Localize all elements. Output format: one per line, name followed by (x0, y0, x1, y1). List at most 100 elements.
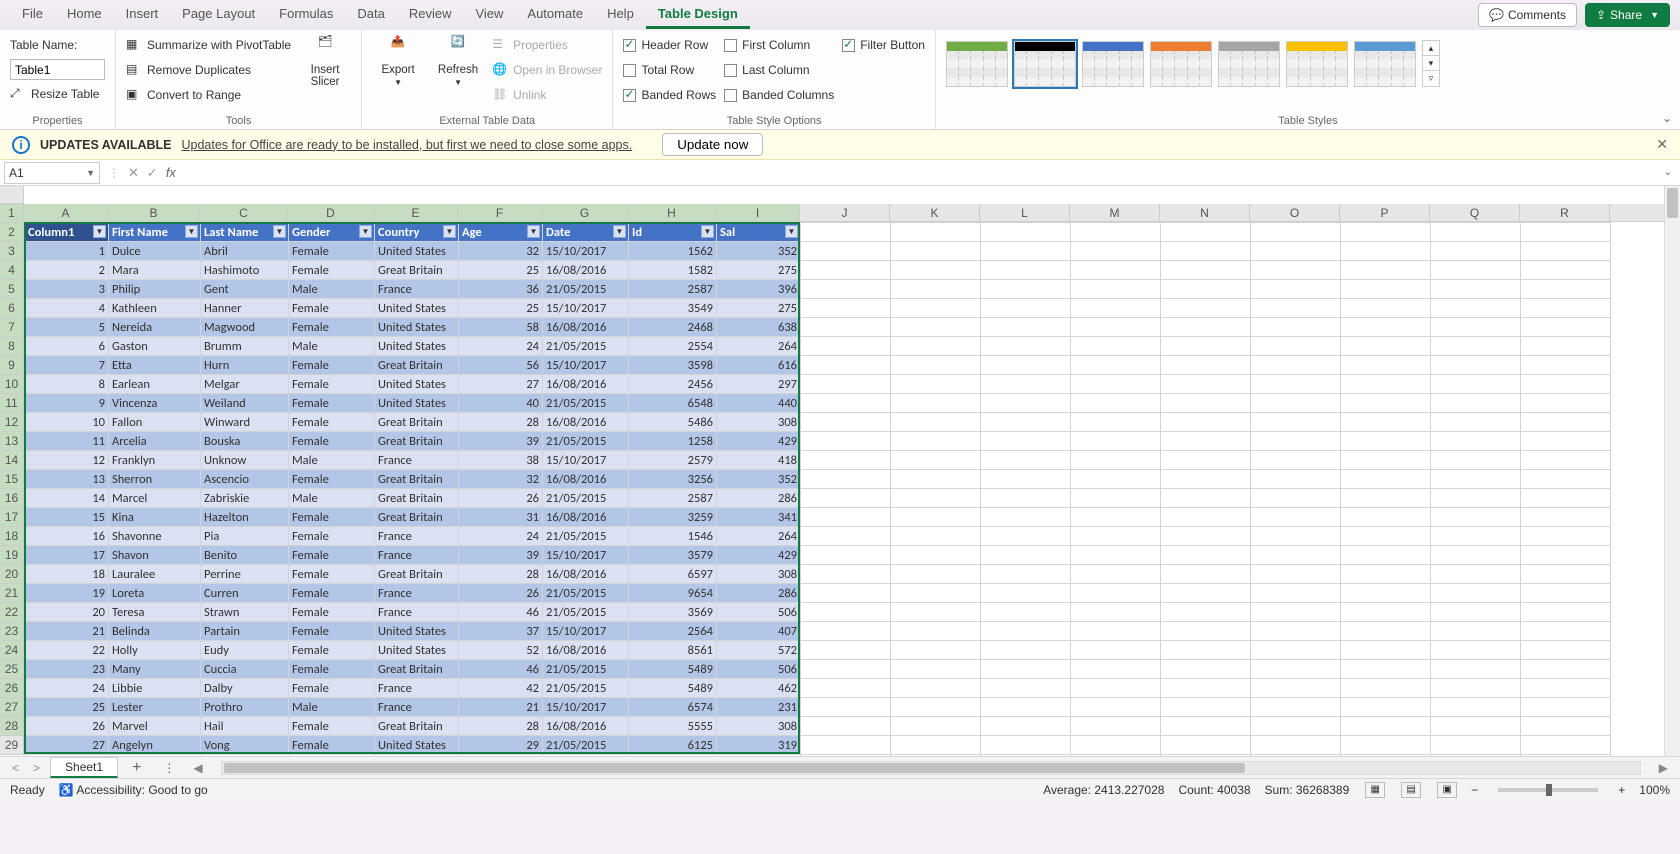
table-cell[interactable]: 429 (717, 432, 801, 451)
table-cell[interactable]: 3598 (629, 356, 717, 375)
filter-button[interactable]: ▼ (527, 225, 540, 238)
option-banded-rows[interactable]: Banded Rows (623, 84, 716, 106)
table-cell[interactable]: United States (375, 318, 459, 337)
table-cell[interactable]: 16/08/2016 (543, 717, 629, 736)
sheet-menu-button[interactable]: ⋮ (155, 761, 183, 775)
table-cell[interactable]: Female (289, 394, 375, 413)
table-cell[interactable]: Shavon (109, 546, 201, 565)
ribbon-tab-insert[interactable]: Insert (114, 1, 171, 29)
table-cell[interactable]: United States (375, 242, 459, 261)
row-header[interactable]: 22 (0, 603, 24, 622)
column-header[interactable]: O (1250, 204, 1340, 221)
column-header[interactable]: A (24, 204, 108, 221)
table-cell[interactable]: Holly (109, 641, 201, 660)
table-cell[interactable]: Female (289, 660, 375, 679)
ribbon-tab-page-layout[interactable]: Page Layout (170, 1, 267, 29)
summarize-pivottable-button[interactable]: ▦Summarize with PivotTable (126, 34, 291, 56)
table-cell[interactable]: 6 (25, 337, 109, 356)
table-cell[interactable]: Benito (201, 546, 289, 565)
ribbon-tab-view[interactable]: View (463, 1, 515, 29)
row-header[interactable]: 12 (0, 413, 24, 432)
table-cell[interactable]: 264 (717, 527, 801, 546)
table-style-thumb[interactable] (1014, 41, 1076, 87)
table-cell[interactable]: Male (289, 489, 375, 508)
table-cell[interactable]: Bouska (201, 432, 289, 451)
table-cell[interactable]: Male (289, 698, 375, 717)
table-cell[interactable]: Brumm (201, 337, 289, 356)
table-cell[interactable]: 28 (459, 413, 543, 432)
table-cell[interactable]: 5555 (629, 717, 717, 736)
table-cell[interactable]: United States (375, 299, 459, 318)
table-cell[interactable]: 21/05/2015 (543, 736, 629, 755)
table-cell[interactable]: 418 (717, 451, 801, 470)
table-cell[interactable]: Lester (109, 698, 201, 717)
table-header-cell[interactable]: Id▼ (629, 223, 717, 242)
table-cell[interactable]: Female (289, 584, 375, 603)
table-cell[interactable]: 341 (717, 508, 801, 527)
table-cell[interactable]: 2 (25, 261, 109, 280)
scrollbar-thumb[interactable] (1667, 188, 1678, 218)
column-header[interactable]: D (288, 204, 374, 221)
option-filter-button[interactable]: Filter Button (842, 34, 925, 56)
table-cell[interactable]: France (375, 698, 459, 717)
table-cell[interactable]: 40 (459, 394, 543, 413)
table-cell[interactable]: Etta (109, 356, 201, 375)
table-cell[interactable]: 319 (717, 736, 801, 755)
row-header[interactable]: 2 (0, 223, 24, 242)
table-cell[interactable]: Ascencio (201, 470, 289, 489)
table-cell[interactable]: 506 (717, 660, 801, 679)
table-cell[interactable]: Cuccia (201, 660, 289, 679)
table-cell[interactable]: Dulce (109, 242, 201, 261)
table-cell[interactable]: 3579 (629, 546, 717, 565)
table-style-thumb[interactable] (1286, 41, 1348, 87)
column-header[interactable]: L (980, 204, 1070, 221)
table-cell[interactable]: 24 (25, 679, 109, 698)
table-cell[interactable]: Many (109, 660, 201, 679)
filter-button[interactable]: ▼ (613, 225, 626, 238)
table-cell[interactable]: 21 (25, 622, 109, 641)
table-cell[interactable]: Female (289, 679, 375, 698)
table-style-thumb[interactable] (946, 41, 1008, 87)
filter-button[interactable]: ▼ (273, 225, 286, 238)
row-header[interactable]: 27 (0, 698, 24, 717)
table-cell[interactable]: Great Britain (375, 413, 459, 432)
table-style-thumb[interactable] (1082, 41, 1144, 87)
table-cell[interactable]: Marvel (109, 717, 201, 736)
ribbon-tab-home[interactable]: Home (55, 1, 114, 29)
table-cell[interactable]: Angelyn (109, 736, 201, 755)
table-cell[interactable]: Sherron (109, 470, 201, 489)
table-cell[interactable]: 32 (459, 242, 543, 261)
table-cell[interactable]: Nereida (109, 318, 201, 337)
table-cell[interactable]: 15/10/2017 (543, 356, 629, 375)
table-cell[interactable]: 23 (25, 660, 109, 679)
table-cell[interactable]: 6548 (629, 394, 717, 413)
row-header[interactable]: 24 (0, 641, 24, 660)
table-cell[interactable]: Earlean (109, 375, 201, 394)
table-cell[interactable]: 21/05/2015 (543, 584, 629, 603)
table-cell[interactable]: Strawn (201, 603, 289, 622)
column-header[interactable]: C (200, 204, 288, 221)
table-cell[interactable]: Fallon (109, 413, 201, 432)
table-cell[interactable]: Mara (109, 261, 201, 280)
table-cell[interactable]: 58 (459, 318, 543, 337)
table-cell[interactable]: 3256 (629, 470, 717, 489)
table-cell[interactable]: Female (289, 432, 375, 451)
table-cell[interactable]: Great Britain (375, 565, 459, 584)
export-button[interactable]: 📤Export▼ (372, 34, 424, 87)
formula-input[interactable] (180, 162, 1656, 184)
zoom-out-button[interactable]: − (1471, 783, 1478, 797)
row-header[interactable]: 3 (0, 242, 24, 261)
hscroll-left[interactable]: ◀ (189, 761, 206, 775)
table-cell[interactable]: 3259 (629, 508, 717, 527)
table-cell[interactable]: 52 (459, 641, 543, 660)
table-cell[interactable]: Philip (109, 280, 201, 299)
table-cell[interactable]: 18 (25, 565, 109, 584)
table-cell[interactable]: Great Britain (375, 489, 459, 508)
table-cell[interactable]: Great Britain (375, 660, 459, 679)
table-cell[interactable]: Marcel (109, 489, 201, 508)
table-cell[interactable]: 21/05/2015 (543, 679, 629, 698)
table-cell[interactable]: 10 (25, 413, 109, 432)
remove-duplicates-button[interactable]: ▤Remove Duplicates (126, 59, 291, 81)
table-cell[interactable]: Curren (201, 584, 289, 603)
table-cell[interactable]: Male (289, 280, 375, 299)
